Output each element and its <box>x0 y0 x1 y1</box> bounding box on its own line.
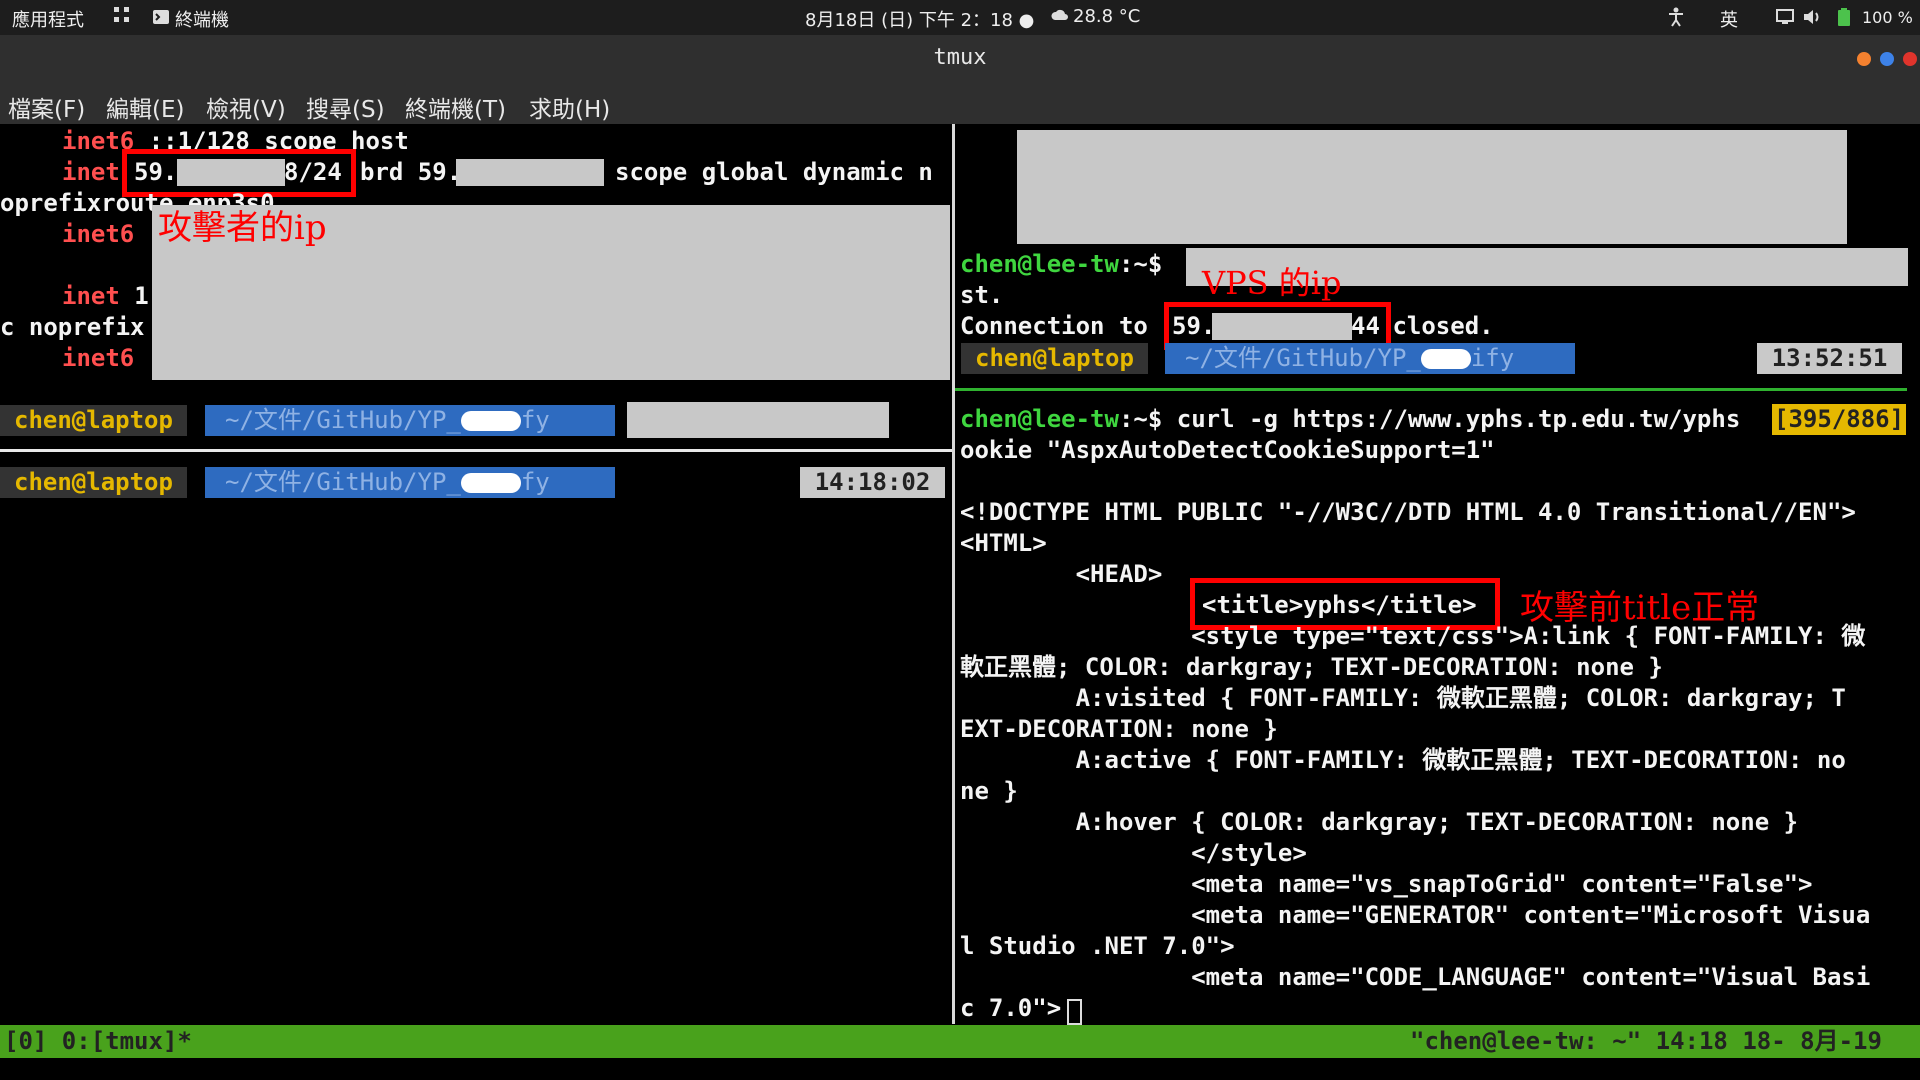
tmux-window-list[interactable]: [0] 0:[tmux]* <box>4 1025 192 1058</box>
menu-file[interactable]: 檔案(F) <box>8 90 85 124</box>
output-line: c 7.0"> <box>960 994 1062 1022</box>
prompt-time-segment: 14:18:02 <box>800 467 945 498</box>
pane-divider-horizontal-left[interactable] <box>0 449 952 452</box>
menu-edit[interactable]: 編輯(E) <box>106 90 184 124</box>
close-button[interactable] <box>1903 52 1917 66</box>
output-line: <!DOCTYPE HTML PUBLIC "-//W3C//DTD HTML … <box>960 498 1856 526</box>
redacted-blob <box>460 473 521 493</box>
left-line-7: inet6 <box>62 343 134 374</box>
connection-pre: Connection to <box>960 312 1163 340</box>
prompt-sep: :~$ <box>1118 405 1163 433</box>
prompt-path-segment: ~/文件/GitHub/YP_ fy <box>205 467 615 498</box>
left-line-4: inet6 <box>62 219 134 250</box>
redacted-blob <box>460 411 521 431</box>
accessibility-icon[interactable] <box>1667 7 1685 32</box>
keyword-inet6: inet6 <box>62 220 135 248</box>
clock[interactable]: 8月18日 (日) 下午 2：18 ● <box>805 6 1034 32</box>
redacted-block <box>627 402 889 438</box>
menu-terminal[interactable]: 終端機(T) <box>405 90 506 124</box>
keyword-inet6: inet6 <box>62 344 135 372</box>
brd-text: brd 59. <box>360 158 462 186</box>
output-line: 軟正黑體; COLOR: darkgray; TEXT-DECORATION: … <box>960 653 1663 681</box>
input-method-indicator[interactable]: 英 <box>1720 6 1738 32</box>
curl-command-line: chen@lee-tw:~$ curl -g https://www.yphs.… <box>960 404 1740 435</box>
weather-icon <box>1050 8 1070 29</box>
prompt-user-segment: chen@laptop <box>0 405 187 436</box>
prompt-path-text: ~/文件/GitHub/YP_ <box>1185 344 1421 372</box>
pane-divider-vertical[interactable] <box>952 124 955 1024</box>
output-line: <HTML> <box>960 529 1047 557</box>
left-line-2: inet <box>62 157 120 188</box>
output-line: A:hover { COLOR: darkgray; TEXT-DECORATI… <box>960 808 1799 836</box>
annotation-vps-ip: VPS 的ip <box>1202 264 1342 302</box>
output-line: <meta name="GENERATOR" content="Microsof… <box>960 901 1871 929</box>
maximize-button[interactable] <box>1880 52 1894 66</box>
scope-text: scope global dynamic n <box>615 158 933 186</box>
output-line: ookie "AspxAutoDetectCookieSupport=1" <box>960 436 1495 464</box>
menu-search[interactable]: 搜尋(S) <box>306 90 385 124</box>
output-line: ne } <box>960 777 1018 805</box>
battery-percent: 100 % <box>1862 8 1913 27</box>
right-top-line-st: st. <box>960 281 1004 309</box>
scroll-position-counter: [395/886] <box>1772 404 1907 435</box>
output-line: <style type="text/css">A:link { FONT-FAM… <box>960 622 1866 650</box>
battery-icon[interactable] <box>1838 8 1850 31</box>
volume-icon[interactable] <box>1802 8 1822 31</box>
window-title: tmux <box>933 45 987 70</box>
prompt-user: chen@lee-tw <box>960 250 1119 278</box>
output-line: <meta name="vs_snapToGrid" content="Fals… <box>960 870 1813 898</box>
tmux-status-right: "chen@lee-tw: ~" 14:18 18- 8月-19 <box>1410 1027 1882 1055</box>
prompt-path-suffix: fy <box>520 468 550 496</box>
menu-bar: 檔案(F) 編輯(E) 檢視(V) 搜尋(S) 終端機(T) 求助(H) <box>0 82 1920 124</box>
activities-apps-menu[interactable]: 應用程式 <box>12 6 84 32</box>
window-titlebar[interactable]: tmux <box>0 35 1920 82</box>
prompt-path-text: ~/文件/GitHub/YP_ <box>225 406 461 434</box>
weather-temp[interactable]: 28.8 °C <box>1073 6 1140 27</box>
tmux-status-bar: [0] 0:[tmux]* "chen@lee-tw: ~" 14:18 18-… <box>0 1025 1920 1058</box>
system-top-bar: 應用程式 終端機 8月18日 (日) 下午 2：18 ● 28.8 °C 英 1… <box>0 0 1920 35</box>
left-line-5: inet 1 <box>62 281 149 312</box>
left-line-6: c noprefix <box>0 313 145 341</box>
prompt-path-suffix: ify <box>1470 344 1515 372</box>
menu-help[interactable]: 求助(H) <box>529 90 610 124</box>
right-top-prompt: chen@lee-tw:~$ <box>960 249 1162 280</box>
prompt-path-segment: ~/文件/GitHub/YP_ fy <box>205 405 615 436</box>
pane-divider-horizontal-right[interactable] <box>955 388 1907 391</box>
redacted-blob <box>1420 349 1471 369</box>
connection-post: closed. <box>1378 312 1494 340</box>
prompt-path-segment: ~/文件/GitHub/YP_ ify <box>1165 343 1575 374</box>
output-line: <meta name="CODE_LANGUAGE" content="Visu… <box>960 963 1871 991</box>
screen-icon[interactable] <box>1776 9 1794 30</box>
prompt-user: chen@lee-tw <box>960 405 1119 433</box>
command-text: curl -g https://www.yphs.tp.edu.tw/yphs <box>1162 405 1741 433</box>
output-line: <HEAD> <box>960 560 1163 588</box>
output-line: A:visited { FONT-FAMILY: 微軟正黑體; COLOR: d… <box>960 684 1846 712</box>
prompt-user-segment: chen@laptop <box>0 467 187 498</box>
redacted-block <box>1017 130 1847 244</box>
output-line: A:active { FONT-FAMILY: 微軟正黑體; TEXT-DECO… <box>960 746 1846 774</box>
redacted-block <box>456 159 604 186</box>
terminal-cursor <box>1067 999 1082 1025</box>
prompt-user-segment: chen@laptop <box>961 343 1148 374</box>
annotation-attacker-ip: 攻擊者的ip <box>158 208 327 248</box>
minimize-button[interactable] <box>1857 52 1871 66</box>
line-text: 1 <box>119 282 149 310</box>
prompt-path-text: ~/文件/GitHub/YP_ <box>225 468 461 496</box>
output-line: </style> <box>960 839 1307 867</box>
grid-icon[interactable] <box>112 5 132 30</box>
prompt-sep: :~$ <box>1118 250 1163 278</box>
terminal-app-icon <box>153 8 169 29</box>
prompt-time-segment: 13:52:51 <box>1757 343 1902 374</box>
output-line: EXT-DECORATION: none } <box>960 715 1278 743</box>
keyword-inet: inet <box>62 158 120 186</box>
prompt-path-suffix: fy <box>520 406 550 434</box>
keyword-inet: inet <box>62 282 120 310</box>
output-line: l Studio .NET 7.0"> <box>960 932 1235 960</box>
active-app-label[interactable]: 終端機 <box>175 6 229 32</box>
menu-view[interactable]: 檢視(V) <box>206 90 286 124</box>
